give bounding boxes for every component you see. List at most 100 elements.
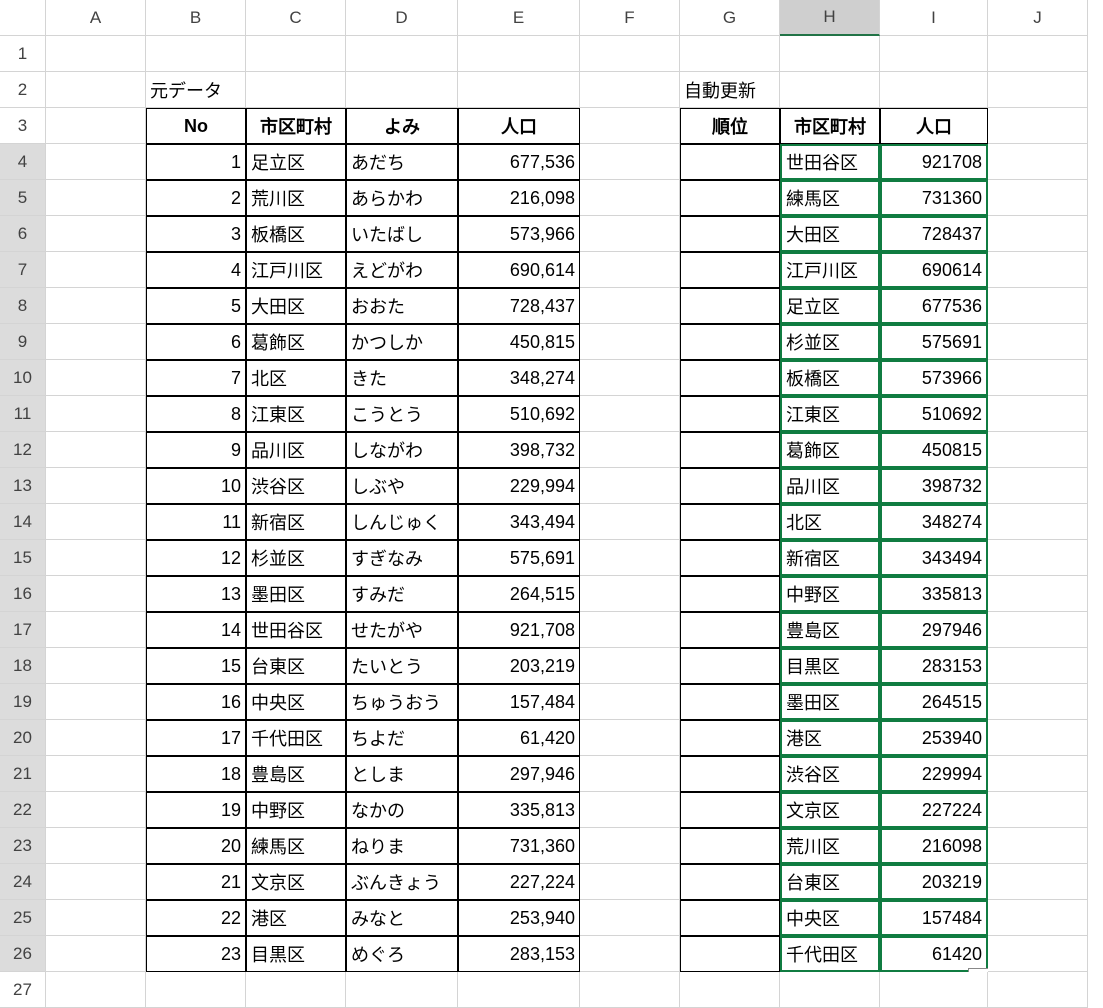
row-header-21[interactable]: 21	[0, 756, 46, 792]
table1-no[interactable]: 8	[146, 396, 246, 432]
table1-no[interactable]: 2	[146, 180, 246, 216]
cell-A23[interactable]	[46, 828, 146, 864]
table2-pop[interactable]: 348274	[880, 504, 988, 540]
table1-ward[interactable]: 港区	[246, 900, 346, 936]
table1-yomi[interactable]: すみだ	[346, 576, 458, 612]
table2-ward[interactable]: 品川区	[780, 468, 880, 504]
table2-ward[interactable]: 目黒区	[780, 648, 880, 684]
table1-yomi[interactable]: きた	[346, 360, 458, 396]
cell-A18[interactable]	[46, 648, 146, 684]
cell-G1[interactable]	[680, 36, 780, 72]
column-header-H[interactable]: H	[780, 0, 880, 36]
table2-ward[interactable]: 世田谷区	[780, 144, 880, 180]
cell-F9[interactable]	[580, 324, 680, 360]
table2-pop[interactable]: 297946	[880, 612, 988, 648]
table1-no[interactable]: 9	[146, 432, 246, 468]
table1-no[interactable]: 1	[146, 144, 246, 180]
cell-H2[interactable]	[780, 72, 880, 108]
column-header-J[interactable]: J	[988, 0, 1088, 36]
table1-pop[interactable]: 731,360	[458, 828, 580, 864]
row-header-22[interactable]: 22	[0, 792, 46, 828]
table2-rank[interactable]	[680, 468, 780, 504]
cell-F21[interactable]	[580, 756, 680, 792]
table1-ward[interactable]: 豊島区	[246, 756, 346, 792]
table2-rank[interactable]	[680, 936, 780, 972]
table2-rank[interactable]	[680, 396, 780, 432]
cell-A9[interactable]	[46, 324, 146, 360]
cell-F19[interactable]	[580, 684, 680, 720]
cell-J6[interactable]	[988, 216, 1088, 252]
cell-A24[interactable]	[46, 864, 146, 900]
table2-rank[interactable]	[680, 432, 780, 468]
cell-H27[interactable]	[780, 972, 880, 1008]
table2-pop[interactable]: 398732	[880, 468, 988, 504]
row-header-14[interactable]: 14	[0, 504, 46, 540]
table1-ward[interactable]: 板橋区	[246, 216, 346, 252]
cell-J2[interactable]	[988, 72, 1088, 108]
table2-pop[interactable]: 573966	[880, 360, 988, 396]
table1-no[interactable]: 4	[146, 252, 246, 288]
table1-ward[interactable]: 千代田区	[246, 720, 346, 756]
cell-F24[interactable]	[580, 864, 680, 900]
table1-no[interactable]: 13	[146, 576, 246, 612]
cell-F18[interactable]	[580, 648, 680, 684]
cell-F12[interactable]	[580, 432, 680, 468]
table1-yomi[interactable]: ちよだ	[346, 720, 458, 756]
table2-pop[interactable]: 343494	[880, 540, 988, 576]
table1-ward[interactable]: 文京区	[246, 864, 346, 900]
column-header-A[interactable]: A	[46, 0, 146, 36]
cell-A25[interactable]	[46, 900, 146, 936]
table2-rank[interactable]	[680, 504, 780, 540]
table2-ward[interactable]: 杉並区	[780, 324, 880, 360]
select-all-corner[interactable]	[0, 0, 46, 36]
table2-ward[interactable]: 墨田区	[780, 684, 880, 720]
table1-pop[interactable]: 343,494	[458, 504, 580, 540]
table1-ward[interactable]: 墨田区	[246, 576, 346, 612]
table2-pop[interactable]: 921708	[880, 144, 988, 180]
table1-no[interactable]: 15	[146, 648, 246, 684]
cell-F3[interactable]	[580, 108, 680, 144]
cell-A7[interactable]	[46, 252, 146, 288]
table2-ward[interactable]: 足立区	[780, 288, 880, 324]
cell-A22[interactable]	[46, 792, 146, 828]
table1-ward[interactable]: 世田谷区	[246, 612, 346, 648]
cell-A16[interactable]	[46, 576, 146, 612]
table2-ward[interactable]: 江戸川区	[780, 252, 880, 288]
table1-yomi[interactable]: しんじゅく	[346, 504, 458, 540]
table1-pop[interactable]: 677,536	[458, 144, 580, 180]
table1-yomi[interactable]: ねりま	[346, 828, 458, 864]
row-header-27[interactable]: 27	[0, 972, 46, 1008]
cell-F25[interactable]	[580, 900, 680, 936]
table1-yomi[interactable]: すぎなみ	[346, 540, 458, 576]
table1-yomi[interactable]: しぶや	[346, 468, 458, 504]
row-header-23[interactable]: 23	[0, 828, 46, 864]
cell-J19[interactable]	[988, 684, 1088, 720]
table1-no[interactable]: 22	[146, 900, 246, 936]
cell-J12[interactable]	[988, 432, 1088, 468]
cell-D27[interactable]	[346, 972, 458, 1008]
table1-pop[interactable]: 510,692	[458, 396, 580, 432]
cell-J25[interactable]	[988, 900, 1088, 936]
table1-no[interactable]: 10	[146, 468, 246, 504]
table1-yomi[interactable]: ちゅうおう	[346, 684, 458, 720]
cell-D1[interactable]	[346, 36, 458, 72]
table1-no[interactable]: 14	[146, 612, 246, 648]
cell-F7[interactable]	[580, 252, 680, 288]
cell-A10[interactable]	[46, 360, 146, 396]
table2-rank[interactable]	[680, 216, 780, 252]
table1-no[interactable]: 21	[146, 864, 246, 900]
table2-ward[interactable]: 千代田区	[780, 936, 880, 972]
table1-pop[interactable]: 573,966	[458, 216, 580, 252]
row-header-18[interactable]: 18	[0, 648, 46, 684]
cell-A17[interactable]	[46, 612, 146, 648]
cell-I27[interactable]	[880, 972, 988, 1008]
table1-pop[interactable]: 157,484	[458, 684, 580, 720]
table1-yomi[interactable]: こうとう	[346, 396, 458, 432]
row-header-20[interactable]: 20	[0, 720, 46, 756]
table1-yomi[interactable]: としま	[346, 756, 458, 792]
cell-F1[interactable]	[580, 36, 680, 72]
table1-yomi[interactable]: みなと	[346, 900, 458, 936]
table1-no[interactable]: 3	[146, 216, 246, 252]
table2-pop[interactable]: 450815	[880, 432, 988, 468]
table2-rank[interactable]	[680, 648, 780, 684]
